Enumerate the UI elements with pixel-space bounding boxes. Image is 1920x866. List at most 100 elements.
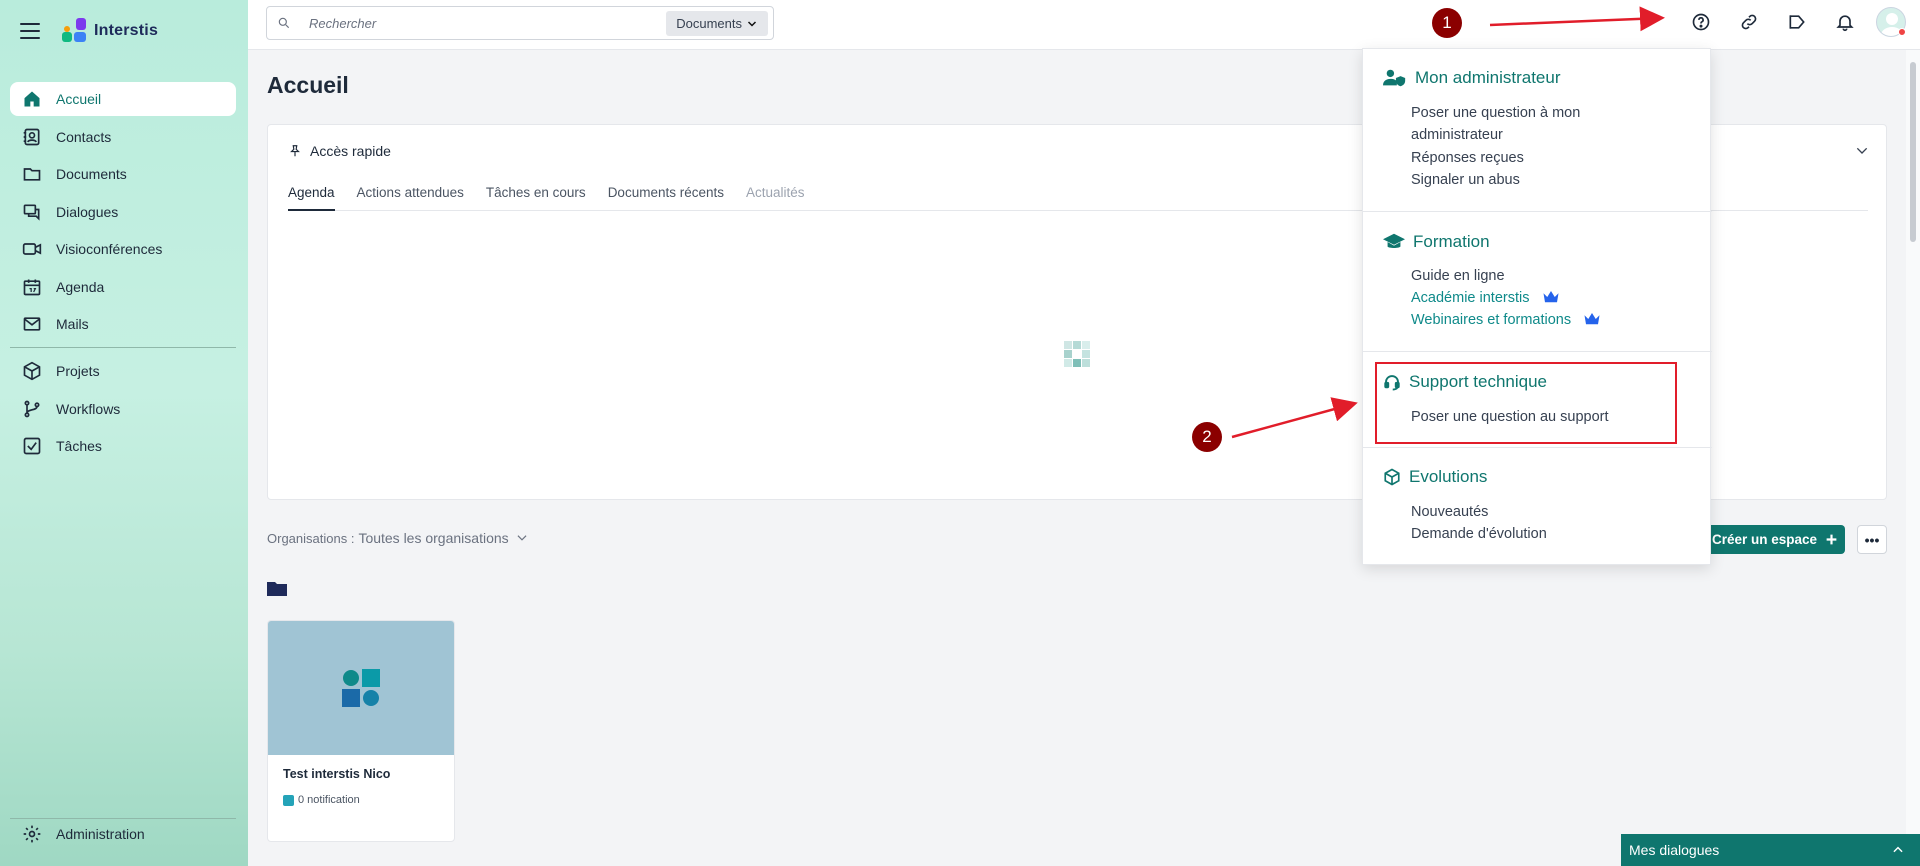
folder-icon (22, 164, 42, 184)
tab-actions-attendues[interactable]: Actions attendues (357, 183, 464, 211)
sidebar-item-dialogues[interactable]: Dialogues (10, 195, 236, 229)
section-title: Formation (1413, 232, 1490, 251)
space-card[interactable]: Test interstis Nico 0 notification (267, 620, 455, 842)
sidebar: Interstis Accueil Contacts Documents Dia… (0, 0, 248, 866)
create-space-button[interactable]: Créer un espace (1705, 525, 1845, 554)
section-formation: Formation (1383, 232, 1490, 252)
megaphone-icon[interactable] (1786, 11, 1808, 33)
more-options-button[interactable]: ••• (1857, 525, 1887, 554)
menu-icon[interactable] (20, 23, 40, 39)
space-card-title: Test interstis Nico (283, 767, 391, 781)
annotation-step-badge: 1 (1432, 8, 1462, 38)
sidebar-item-visioconferences[interactable]: Visioconférences (10, 232, 236, 266)
annotation-step-badge: 2 (1192, 422, 1222, 452)
link-icon[interactable] (1738, 11, 1760, 33)
contacts-icon (22, 127, 42, 147)
crown-icon (1584, 313, 1600, 325)
sidebar-item-contacts[interactable]: Contacts (10, 120, 236, 154)
logo-mark-icon (62, 18, 88, 44)
sidebar-item-accueil[interactable]: Accueil (10, 82, 236, 116)
home-icon (22, 89, 42, 109)
bell-icon[interactable] (1834, 11, 1856, 33)
tab-taches-en-cours[interactable]: Tâches en cours (486, 183, 586, 211)
notification-count: 0 notification (298, 794, 360, 806)
tab-agenda[interactable]: Agenda (288, 183, 335, 211)
sidebar-item-label: Dialogues (56, 203, 119, 220)
video-icon (22, 239, 42, 259)
quick-access-header[interactable]: Accès rapide (288, 143, 391, 159)
chevron-down-icon (747, 20, 757, 27)
chevron-down-icon (517, 535, 527, 541)
organisations-filter[interactable]: Organisations : Toutes les organisations (267, 530, 529, 546)
topbar: Documents (248, 0, 1920, 50)
sidebar-item-agenda[interactable]: Agenda (10, 270, 236, 304)
quick-access-title: Accès rapide (310, 143, 391, 159)
calendar-icon (22, 277, 42, 297)
link-reponses-recues[interactable]: Réponses reçues (1411, 147, 1524, 169)
organisations-label: Organisations : (267, 530, 355, 546)
gear-icon (22, 824, 42, 844)
sidebar-item-label: Agenda (56, 278, 105, 295)
sidebar-item-label: Contacts (56, 128, 112, 145)
help-icon[interactable] (1690, 11, 1712, 33)
scrollbar[interactable] (1906, 50, 1920, 866)
search-scope-label: Documents (676, 16, 742, 31)
space-card-image (268, 621, 454, 755)
divider (1363, 351, 1712, 352)
section-title: Mon administrateur (1415, 68, 1561, 87)
topbar-actions (1690, 0, 1920, 44)
sidebar-item-documents[interactable]: Documents (10, 157, 236, 191)
app-logo[interactable]: Interstis (62, 18, 158, 44)
chat-icon (22, 202, 42, 222)
link-label: Webinaires et formations (1411, 312, 1572, 328)
sidebar-divider (10, 347, 236, 348)
user-shield-icon (1383, 69, 1406, 87)
box-icon (1384, 468, 1400, 486)
sidebar-item-administration[interactable]: Administration (10, 817, 236, 851)
sidebar-item-label: Accueil (56, 91, 102, 107)
folder-icon (267, 582, 287, 596)
link-poser-question-administrateur[interactable]: Poser une question à mon administrateur (1411, 102, 1611, 146)
link-signaler-abus[interactable]: Signaler un abus (1411, 169, 1520, 191)
loading-spinner (1064, 341, 1090, 367)
divider (1363, 447, 1712, 448)
chevron-down-icon[interactable] (1854, 143, 1870, 159)
search-scope-select[interactable]: Documents (666, 11, 768, 36)
link-academie-interstis[interactable]: Académie interstis (1411, 287, 1560, 309)
crown-icon (1543, 291, 1558, 303)
section-title: Evolutions (1409, 467, 1488, 486)
app-name: Interstis (94, 22, 159, 39)
sidebar-item-mails[interactable]: Mails (10, 307, 236, 341)
mail-icon (22, 314, 42, 334)
sidebar-item-label: Administration (56, 826, 145, 842)
section-mon-administrateur: Mon administrateur (1383, 68, 1561, 88)
sidebar-item-label: Documents (56, 166, 127, 182)
status-dot (1898, 28, 1906, 36)
page-title: Accueil (267, 72, 349, 98)
sidebar-item-workflows[interactable]: Workflows (10, 392, 236, 426)
sidebar-header: Interstis (0, 0, 248, 62)
branch-icon (22, 399, 42, 419)
link-label: Académie interstis (1411, 290, 1530, 306)
link-demande-evolution[interactable]: Demande d'évolution (1411, 523, 1547, 545)
sidebar-item-projets[interactable]: Projets (10, 354, 236, 388)
link-guide-en-ligne[interactable]: Guide en ligne (1411, 265, 1505, 287)
notification-badge-icon (283, 794, 294, 806)
tab-documents-recents[interactable]: Documents récents (608, 183, 724, 211)
mes-dialogues-label: Mes dialogues (1629, 842, 1720, 858)
plus-icon (1826, 534, 1837, 545)
link-webinaires-formations[interactable]: Webinaires et formations (1411, 309, 1601, 331)
mes-dialogues-bar[interactable]: Mes dialogues (1621, 834, 1920, 866)
sidebar-item-label: Workflows (56, 400, 121, 417)
sidebar-item-label: Mails (56, 316, 89, 332)
cube-icon (22, 361, 42, 381)
sidebar-item-label: Tâches (56, 438, 102, 454)
create-space-label: Créer un espace (1711, 532, 1818, 547)
divider (1363, 211, 1712, 212)
section-evolutions: Evolutions (1383, 467, 1487, 487)
link-nouveautes[interactable]: Nouveautés (1411, 501, 1488, 523)
annotation-highlight-box (1375, 362, 1677, 444)
search-input[interactable] (309, 15, 664, 31)
sidebar-item-taches[interactable]: Tâches (10, 429, 236, 463)
organisations-value: Toutes les organisations (358, 530, 509, 546)
